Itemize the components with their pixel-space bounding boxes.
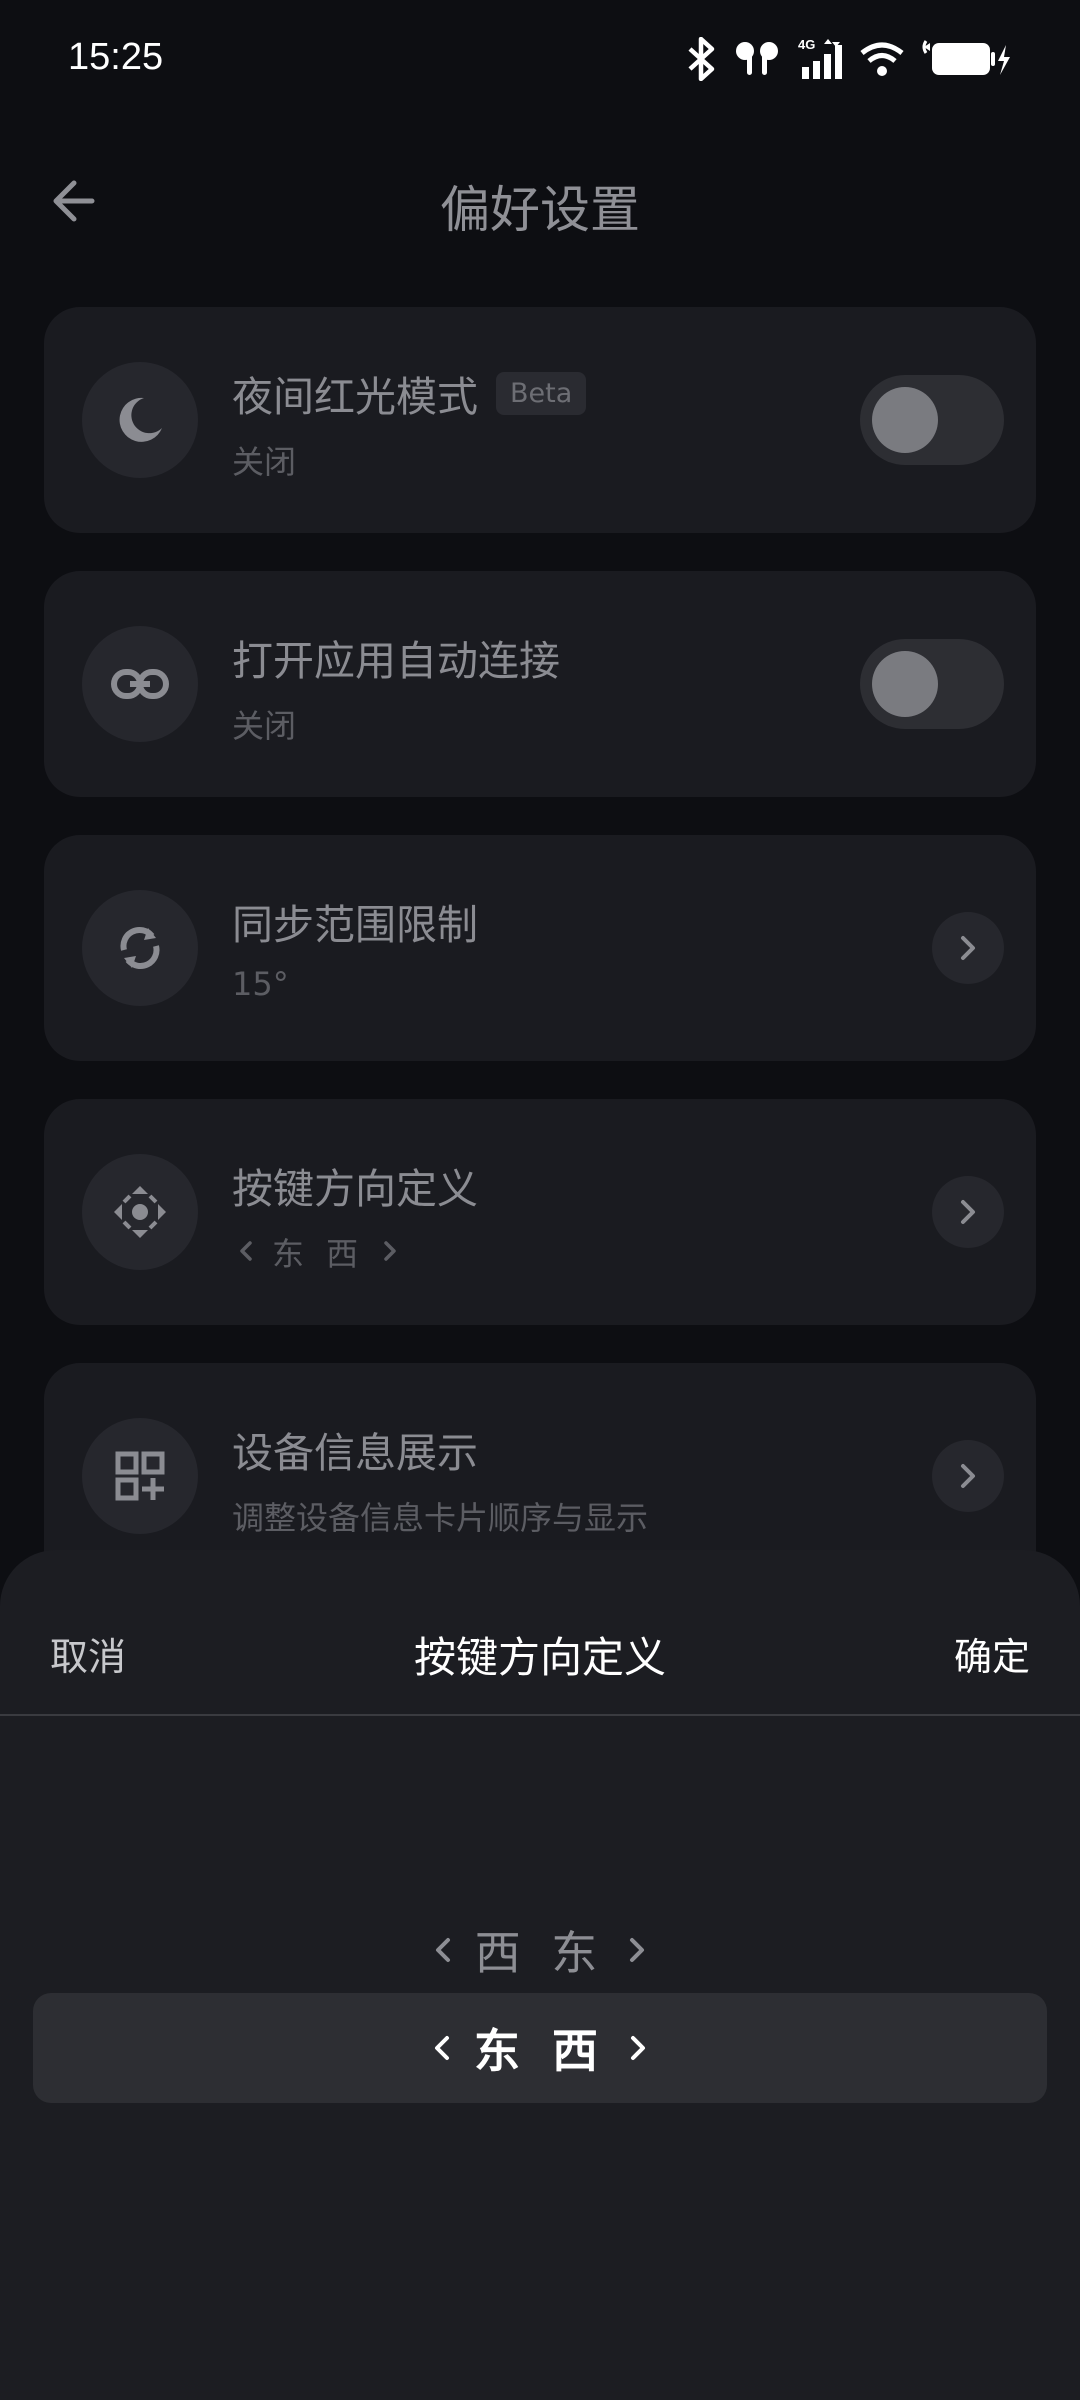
cellular-signal-icon: 4G <box>794 37 844 81</box>
chevron-right-icon <box>961 936 975 960</box>
wifi-icon <box>858 39 906 79</box>
setting-key-direction[interactable]: 按键方向定义 东 西 <box>44 1099 1036 1325</box>
chevron-right-button[interactable] <box>932 912 1004 984</box>
setting-title: 同步范围限制 <box>232 901 478 949</box>
widgets-add-icon <box>82 1418 198 1534</box>
divider <box>0 1714 1080 1716</box>
picker-option-label: 东 西 <box>473 2024 606 2078</box>
setting-value: 15° <box>232 965 289 1003</box>
picker-option[interactable]: 西 东 <box>0 1912 1080 1988</box>
setting-value: 东 西 <box>232 1229 416 1275</box>
setting-status: 关闭 <box>232 707 297 745</box>
status-time: 15:25 <box>68 36 164 78</box>
page-title: 偏好设置 <box>440 181 640 239</box>
chevron-right-icon <box>382 1233 398 1271</box>
night-red-light-toggle[interactable] <box>860 375 1004 465</box>
network-type-label: 4G <box>798 37 815 52</box>
chevron-right-icon <box>627 1935 647 1965</box>
setting-description: 调整设备信息卡片顺序与显示 <box>232 1499 649 1537</box>
confirm-button[interactable]: 确定 <box>954 1626 1030 1681</box>
sheet-title: 按键方向定义 <box>413 1633 666 1682</box>
moon-icon <box>82 362 198 478</box>
setting-status: 关闭 <box>232 443 297 481</box>
chevron-left-icon <box>238 1233 254 1271</box>
toggle-knob <box>872 651 938 717</box>
setting-title: 打开应用自动连接 <box>232 637 560 685</box>
bluetooth-icon <box>684 37 720 81</box>
direction-value: 东 西 <box>272 1235 365 1273</box>
setting-title: 按键方向定义 <box>232 1165 478 1213</box>
setting-night-red-light[interactable]: 夜间红光模式 Beta 关闭 <box>44 307 1036 533</box>
link-icon <box>82 626 198 742</box>
setting-auto-connect[interactable]: 打开应用自动连接 关闭 <box>44 571 1036 797</box>
battery-icon <box>920 37 1010 81</box>
chevron-right-icon <box>961 1464 975 1488</box>
status-icons: 4G <box>684 34 1010 84</box>
beta-badge: Beta <box>496 371 587 415</box>
chevron-left-icon <box>432 2033 452 2063</box>
setting-title: 设备信息展示 <box>232 1429 478 1477</box>
earbuds-icon <box>734 39 780 79</box>
setting-title: 夜间红光模式 Beta <box>232 363 587 423</box>
chevron-right-icon <box>628 2033 648 2063</box>
chevron-left-icon <box>433 1935 453 1965</box>
status-bar: 15:25 4G <box>0 0 1080 120</box>
page-header: 偏好设置 <box>0 150 1080 250</box>
picker-option-selected[interactable]: 东 西 <box>0 1993 1080 2103</box>
sync-icon <box>82 890 198 1006</box>
auto-connect-toggle[interactable] <box>860 639 1004 729</box>
picker-option-label: 西 东 <box>474 1926 606 1980</box>
toggle-knob <box>872 387 938 453</box>
chevron-right-button[interactable] <box>932 1440 1004 1512</box>
direction-picker-sheet: 取消 按键方向定义 确定 西 东 东 西 <box>0 1550 1080 2400</box>
chevron-right-button[interactable] <box>932 1176 1004 1248</box>
chevron-right-icon <box>961 1200 975 1224</box>
direction-pad-icon <box>82 1154 198 1270</box>
setting-sync-range[interactable]: 同步范围限制 15° <box>44 835 1036 1061</box>
